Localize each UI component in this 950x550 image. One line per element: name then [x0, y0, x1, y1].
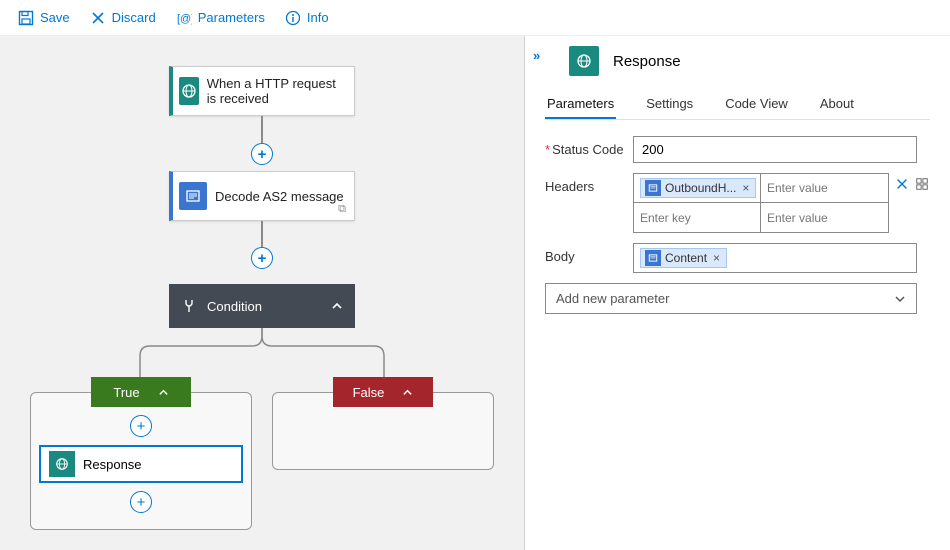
collapse-icon[interactable]: » — [533, 48, 540, 63]
headers-grid: OutboundH... × Enter value Enter key Ent… — [633, 173, 889, 233]
panel-icon — [569, 46, 599, 76]
discard-icon — [90, 10, 106, 26]
header-key-cell[interactable]: Enter key — [633, 203, 761, 233]
false-label: False — [353, 385, 385, 400]
add-step-button[interactable]: + — [130, 491, 152, 513]
chevron-up-icon — [402, 387, 413, 398]
discard-button[interactable]: Discard — [82, 6, 164, 30]
http-icon — [179, 77, 199, 105]
status-code-input[interactable] — [633, 136, 917, 163]
properties-panel: » Response Parameters Settings Code View… — [524, 36, 950, 550]
false-branch[interactable]: False — [272, 392, 494, 470]
add-step-button[interactable]: + — [251, 247, 273, 269]
token-icon — [645, 180, 661, 196]
workflow-canvas[interactable]: When a HTTP request is received + Decode… — [0, 36, 524, 550]
panel-tabs: Parameters Settings Code View About — [545, 90, 930, 120]
decode-node[interactable]: Decode AS2 message ⧉ — [169, 171, 355, 221]
remove-token-icon[interactable]: × — [711, 251, 722, 265]
link-icon: ⧉ — [338, 203, 346, 216]
response-node[interactable]: Response — [39, 445, 243, 483]
save-icon — [18, 10, 34, 26]
chevron-up-icon — [331, 300, 343, 312]
true-header[interactable]: True — [91, 377, 191, 407]
trigger-node[interactable]: When a HTTP request is received — [169, 66, 355, 116]
chevron-down-icon — [894, 293, 906, 305]
header-value-cell[interactable]: Enter value — [761, 203, 889, 233]
discard-label: Discard — [112, 10, 156, 25]
save-button[interactable]: Save — [10, 6, 78, 30]
true-label: True — [113, 385, 139, 400]
decode-label: Decode AS2 message — [213, 185, 354, 208]
body-input[interactable]: Content × — [633, 243, 917, 273]
text-mode-icon[interactable] — [915, 177, 929, 191]
token-icon — [645, 250, 661, 266]
remove-token-icon[interactable]: × — [740, 181, 751, 195]
header-key-cell[interactable]: OutboundH... × — [633, 173, 761, 203]
clear-header-icon[interactable] — [895, 177, 909, 191]
false-header[interactable]: False — [333, 377, 433, 407]
tab-codeview[interactable]: Code View — [723, 90, 790, 119]
as2-icon — [179, 182, 207, 210]
toolbar: Save Discard [@] Parameters Info — [0, 0, 950, 36]
chevron-up-icon — [158, 387, 169, 398]
tab-parameters[interactable]: Parameters — [545, 90, 616, 119]
panel-title: Response — [613, 53, 681, 70]
add-step-button[interactable]: + — [251, 143, 273, 165]
info-icon — [285, 10, 301, 26]
svg-text:[@]: [@] — [177, 13, 192, 25]
true-branch[interactable]: True + Response + — [30, 392, 252, 530]
response-icon — [49, 451, 75, 477]
content-token[interactable]: Content × — [640, 248, 727, 268]
parameters-icon: [@] — [176, 10, 192, 26]
condition-label: Condition — [207, 299, 262, 314]
info-label: Info — [307, 10, 329, 25]
trigger-label: When a HTTP request is received — [205, 72, 354, 110]
outbound-headers-token[interactable]: OutboundH... × — [640, 178, 756, 198]
add-step-button[interactable]: + — [130, 415, 152, 437]
tab-about[interactable]: About — [818, 90, 856, 119]
condition-node[interactable]: Condition — [169, 284, 355, 328]
header-value-cell[interactable]: Enter value — [761, 173, 889, 203]
info-button[interactable]: Info — [277, 6, 337, 30]
status-code-label: *Status Code — [545, 136, 633, 157]
parameters-label: Parameters — [198, 10, 265, 25]
save-label: Save — [40, 10, 70, 25]
response-label: Response — [83, 457, 142, 472]
body-label: Body — [545, 243, 633, 264]
add-parameter-dropdown[interactable]: Add new parameter — [545, 283, 917, 314]
headers-label: Headers — [545, 173, 633, 194]
tab-settings[interactable]: Settings — [644, 90, 695, 119]
condition-icon — [181, 298, 197, 314]
parameters-button[interactable]: [@] Parameters — [168, 6, 273, 30]
